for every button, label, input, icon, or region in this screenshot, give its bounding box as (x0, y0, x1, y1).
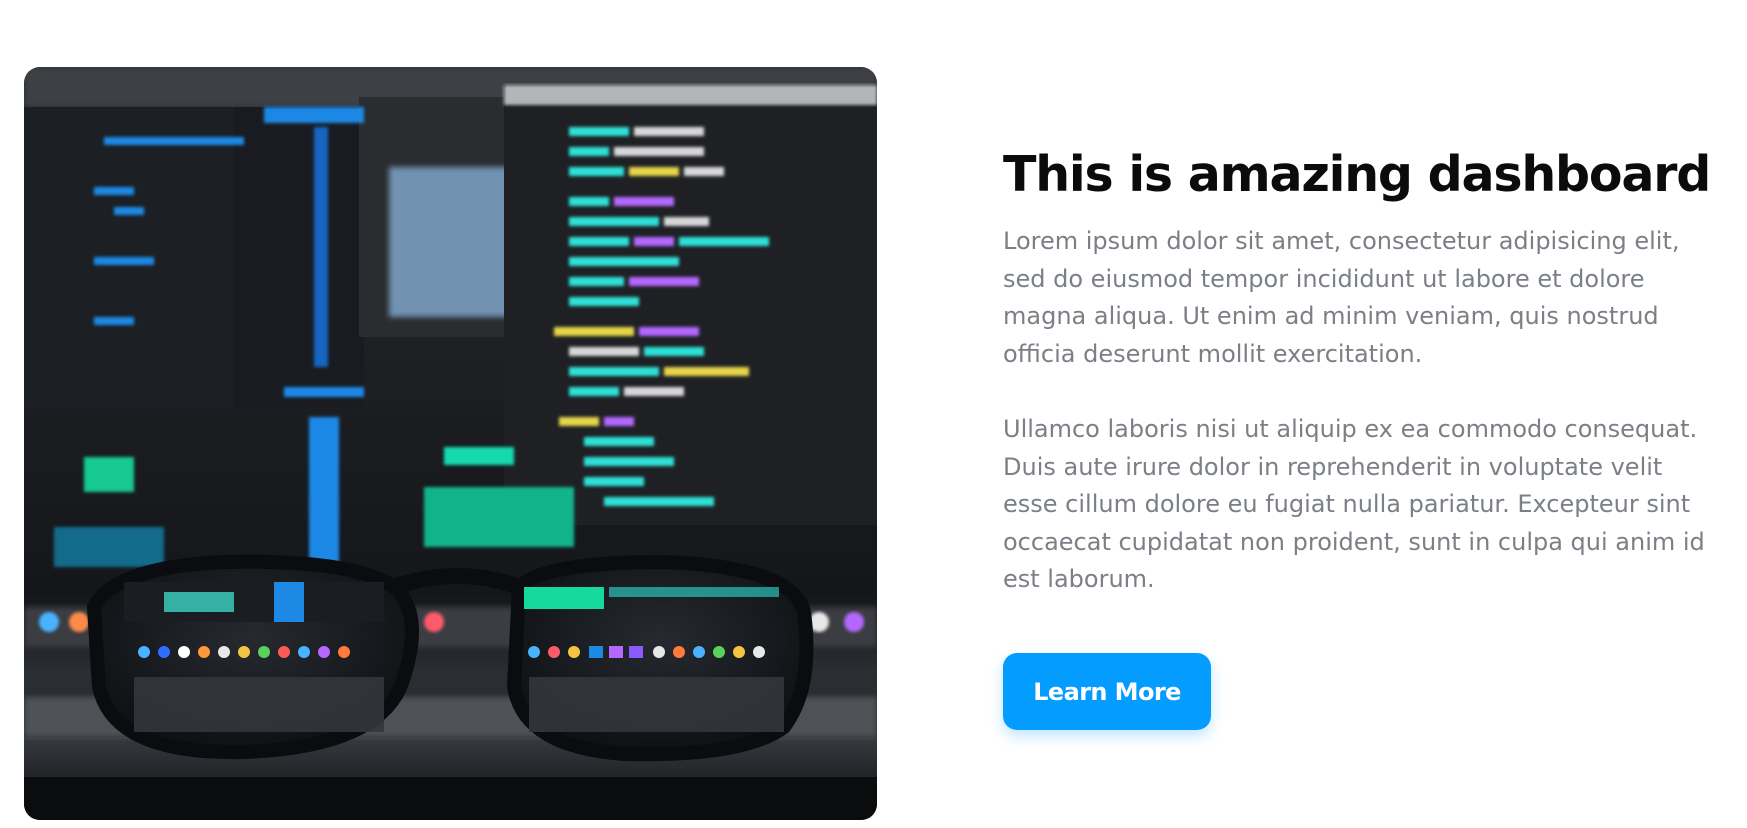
hero-title: This is amazing dashboard (1003, 146, 1711, 203)
learn-more-button[interactable]: Learn More (1003, 653, 1211, 730)
hero-paragraph-1: Lorem ipsum dolor sit amet, consectetur … (1003, 227, 1680, 368)
monitor-code-glasses-photo (24, 67, 877, 820)
hero-paragraph-2: Ullamco laboris nisi ut aliquip ex ea co… (1003, 415, 1705, 593)
hero-image (24, 67, 877, 820)
hero-content: This is amazing dashboard Lorem ipsum do… (1003, 145, 1713, 599)
